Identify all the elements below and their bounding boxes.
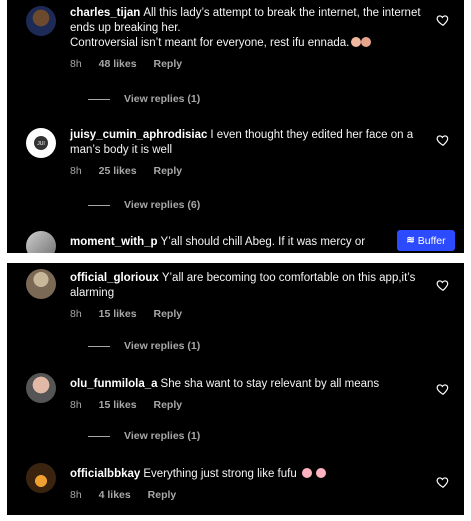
comment-time: 8h	[70, 58, 82, 70]
divider-line	[88, 204, 110, 206]
comment-text: moment_with_p Y’all should chill Abeg. If…	[70, 235, 400, 250]
divider-line	[88, 435, 110, 437]
view-replies-label: View replies (1)	[124, 340, 201, 352]
view-replies-button[interactable]: View replies (6)	[88, 199, 200, 211]
avatar[interactable]	[26, 373, 56, 403]
view-replies-label: View replies (1)	[124, 430, 201, 442]
heart-outline-icon[interactable]	[436, 13, 450, 27]
comment-text: juisy_cumin_aphrodisiac I even thought th…	[70, 128, 430, 158]
emoji-icon	[315, 468, 326, 478]
heart-outline-icon[interactable]	[436, 475, 450, 489]
buffer-label: Buffer	[417, 234, 446, 247]
divider-line	[88, 345, 110, 347]
heart-outline-icon[interactable]	[436, 278, 450, 292]
comment-likes[interactable]: 15 likes	[99, 308, 137, 320]
avatar[interactable]	[26, 463, 56, 493]
comments-panel-bottom: official_glorioux Y’all are becoming too …	[7, 263, 464, 515]
heart-outline-icon[interactable]	[436, 382, 450, 396]
emoji-icon	[351, 37, 362, 47]
comment-text: official_glorioux Y’all are becoming too …	[70, 271, 430, 301]
comment-body: Y’all should chill Abeg. If it was mercy…	[160, 236, 366, 248]
reply-button[interactable]: Reply	[153, 165, 182, 177]
emoji-icon	[361, 37, 372, 47]
comment-username[interactable]: juisy_cumin_aphrodisiac	[70, 129, 207, 141]
divider-line	[88, 98, 110, 100]
comment-likes[interactable]: 15 likes	[99, 399, 137, 411]
comment-meta: 8h 25 likes Reply	[70, 164, 430, 179]
avatar[interactable]	[26, 269, 56, 299]
comment-username[interactable]: officialbbkay	[70, 468, 140, 480]
comment-username[interactable]: olu_funmilola_a	[70, 378, 158, 390]
view-replies-button[interactable]: View replies (1)	[88, 430, 200, 442]
comment-body: Everything just strong like fufu	[143, 468, 297, 480]
avatar[interactable]	[26, 6, 56, 36]
comment-body: She sha want to stay relevant by all mea…	[160, 378, 380, 390]
comment-text: charles_tijan All this lady’s attempt to …	[70, 6, 430, 36]
view-replies-label: View replies (1)	[124, 93, 201, 105]
view-replies-button[interactable]: View replies (1)	[88, 93, 200, 105]
buffer-button[interactable]: ≋ Buffer	[397, 230, 455, 251]
svg-text:JUI: JUI	[37, 141, 45, 147]
comment-body-2: Controversial isn’t meant for everyone, …	[70, 37, 350, 49]
reply-button[interactable]: Reply	[148, 489, 177, 501]
comment-text: olu_funmilola_a She sha want to stay rele…	[70, 377, 430, 392]
comment-text-line2: Controversial isn’t meant for everyone, …	[70, 36, 430, 51]
comment-likes[interactable]: 25 likes	[99, 165, 137, 177]
buffer-stack-icon: ≋	[406, 235, 415, 246]
comment-meta: 8h 15 likes Reply	[70, 398, 430, 413]
comment-username[interactable]: charles_tijan	[70, 7, 140, 19]
reply-button[interactable]: Reply	[153, 308, 182, 320]
comment-username[interactable]: official_glorioux	[70, 272, 159, 284]
comment-time: 8h	[70, 399, 82, 411]
reply-button[interactable]: Reply	[153, 58, 182, 70]
comment-time: 8h	[70, 165, 82, 177]
comment-meta: 8h 48 likes Reply	[70, 57, 430, 72]
comment-time: 8h	[70, 489, 82, 501]
comment-username[interactable]: moment_with_p	[70, 236, 158, 248]
heart-outline-icon[interactable]	[436, 133, 450, 147]
comment-time: 8h	[70, 308, 82, 320]
emoji-icon	[301, 468, 312, 478]
comment-meta: 8h 4 likes Reply	[70, 488, 430, 503]
avatar[interactable]	[26, 231, 56, 253]
comment-likes[interactable]: 4 likes	[99, 489, 131, 501]
comment-text: officialbbkay Everything just strong like…	[70, 467, 430, 482]
avatar[interactable]: JUI	[26, 128, 56, 158]
comment-meta: 8h 15 likes Reply	[70, 307, 430, 322]
comment-likes[interactable]: 48 likes	[99, 58, 137, 70]
reply-button[interactable]: Reply	[153, 399, 182, 411]
view-replies-label: View replies (6)	[124, 199, 201, 211]
comments-panel-top: charles_tijan All this lady’s attempt to …	[7, 0, 464, 253]
view-replies-button[interactable]: View replies (1)	[88, 340, 200, 352]
